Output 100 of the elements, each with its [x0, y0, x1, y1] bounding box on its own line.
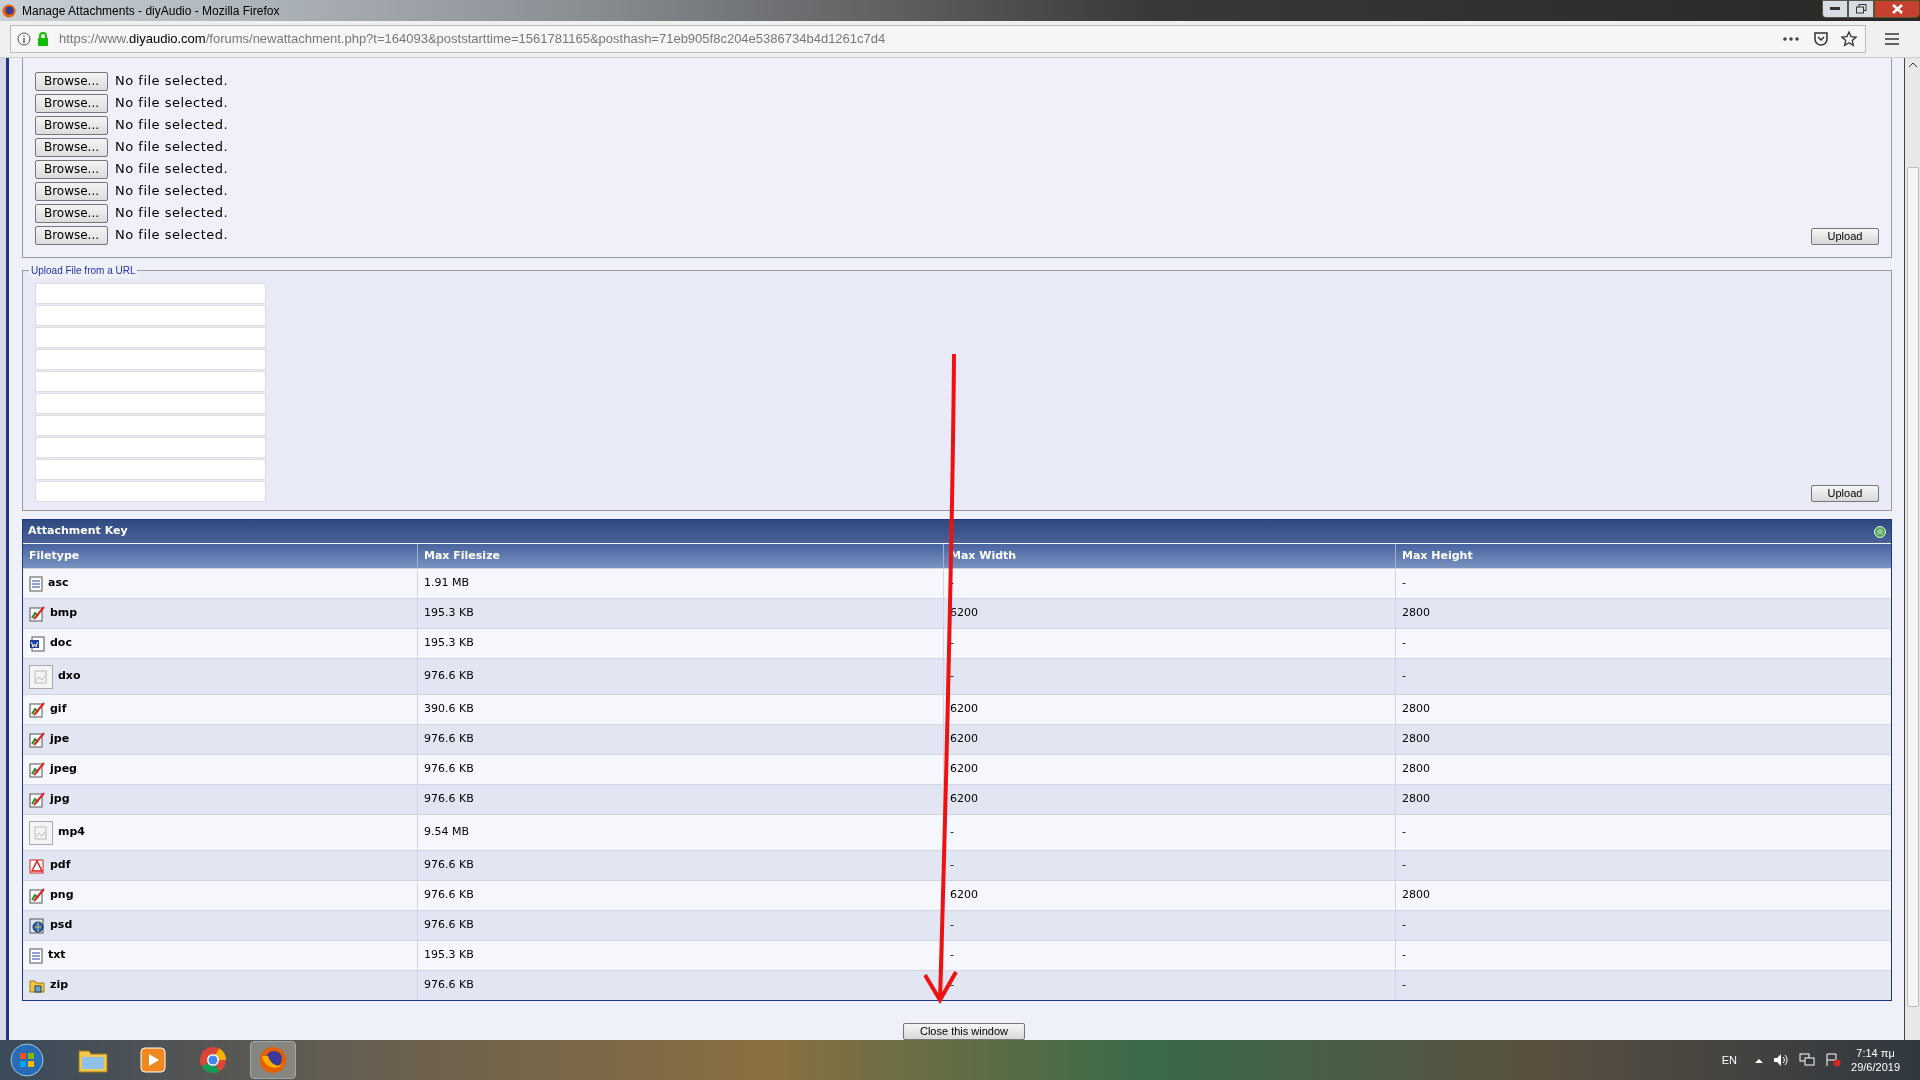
table-cell: -: [950, 947, 954, 964]
collapse-icon[interactable]: [1874, 525, 1886, 538]
table-cell: -: [1402, 947, 1406, 964]
caret-up-icon[interactable]: [1755, 1057, 1764, 1063]
upload-button[interactable]: Upload: [1811, 485, 1879, 502]
table-cell: 195.3 KB: [424, 947, 474, 964]
table-cell: 2800: [1402, 761, 1430, 778]
browse-button[interactable]: Browse...: [35, 225, 108, 245]
star-icon: [1841, 31, 1857, 47]
clock-date[interactable]: 29/6/2019: [1851, 1060, 1900, 1074]
menu-icon[interactable]: [1884, 32, 1900, 46]
filetype-label: jpeg: [50, 761, 77, 778]
scrollbar[interactable]: [1904, 58, 1920, 1040]
table-cell: 2800: [1402, 887, 1430, 904]
speaker-icon[interactable]: [1773, 1053, 1790, 1067]
table-cell: -: [950, 575, 954, 592]
table-cell: -: [1402, 824, 1406, 841]
url-field[interactable]: https://www.diyaudio.com/forums/newattachment.php?t=164093&poststarttime=1561781165&posthash=71eb905f8c204e5386734b4d1261c7d4: [10, 25, 1866, 53]
table-cell: 6200: [950, 761, 978, 778]
blank-image-icon: [29, 664, 53, 689]
file-status-text: No file selected.: [115, 226, 229, 245]
table-cell: -: [950, 977, 954, 994]
table-cell: 1.91 MB: [424, 575, 470, 592]
table-title: Attachment Key: [28, 523, 128, 540]
padlock-icon: [37, 32, 49, 46]
filetype-label: zip: [50, 977, 69, 994]
windows-logo-icon: [10, 1043, 44, 1077]
file-status-text: No file selected.: [115, 204, 229, 223]
taskbar-app-button[interactable]: [250, 1041, 296, 1079]
table-cell: 6200: [950, 887, 978, 904]
language-indicator[interactable]: EN: [1721, 1051, 1738, 1069]
url-text: https://www.diyaudio.com/forums/newattachment.php?t=164093&poststarttime=1561781165&posthash=71eb905f8c204e5386734b4d1261c7d4: [59, 30, 886, 49]
table-cell: 976.6 KB: [424, 977, 474, 994]
url-input[interactable]: [35, 393, 266, 414]
url-input[interactable]: [35, 327, 266, 348]
browse-button[interactable]: Browse...: [35, 93, 108, 113]
file-status-text: No file selected.: [115, 182, 229, 201]
more-icon: [1783, 37, 1799, 41]
table-cell: 195.3 KB: [424, 605, 474, 622]
restore-icon: [1855, 4, 1867, 14]
filetype-label: dxo: [58, 668, 81, 685]
filetype-label: gif: [50, 701, 67, 718]
browse-button[interactable]: Browse...: [35, 137, 108, 157]
image-file-icon: [29, 791, 45, 808]
image-file-icon: [29, 701, 45, 718]
url-upload-legend: Upload File from a URL: [29, 263, 138, 278]
browse-button[interactable]: Browse...: [35, 159, 108, 179]
folder-icon: [29, 977, 45, 994]
file-status-text: No file selected.: [115, 94, 229, 113]
scrollbar-thumb[interactable]: [1906, 167, 1919, 1007]
word-document-icon: [29, 635, 45, 652]
close-this-window-button[interactable]: Close this window: [903, 1023, 1025, 1040]
file-status-text: No file selected.: [115, 138, 229, 157]
file-status-text: No file selected.: [115, 72, 229, 91]
info-icon: [17, 32, 31, 46]
url-input[interactable]: [35, 415, 266, 436]
table-cell: -: [950, 917, 954, 934]
table-cell: -: [950, 635, 954, 652]
fox-globe-icon: [2, 3, 16, 18]
url-input[interactable]: [35, 437, 266, 458]
restore-button[interactable]: [1848, 0, 1874, 18]
filetype-label: doc: [50, 635, 72, 652]
network-icon[interactable]: [1799, 1053, 1816, 1067]
table-cell: -: [1402, 857, 1406, 874]
table-cell: 2800: [1402, 731, 1430, 748]
table-cell: 976.6 KB: [424, 761, 474, 778]
url-input[interactable]: [35, 283, 266, 304]
table-cell: 2800: [1402, 605, 1430, 622]
table-cell: 976.6 KB: [424, 731, 474, 748]
browse-button[interactable]: Browse...: [35, 115, 108, 135]
table-cell: -: [1402, 977, 1406, 994]
browser-circle-icon: [199, 1046, 227, 1074]
table-cell: -: [950, 668, 954, 685]
browse-button[interactable]: Browse...: [35, 203, 108, 223]
clock-time[interactable]: 7:14 πμ: [1856, 1046, 1895, 1060]
table-cell: 976.6 KB: [424, 917, 474, 934]
browse-button[interactable]: Browse...: [35, 71, 108, 91]
table-cell: -: [1402, 635, 1406, 652]
filetype-label: bmp: [50, 605, 78, 622]
close-window-button[interactable]: [1874, 0, 1920, 18]
filetype-label: jpg: [50, 791, 70, 808]
upload-button[interactable]: Upload: [1811, 228, 1879, 245]
close-icon: [1891, 4, 1903, 14]
folder-icon: [78, 1047, 108, 1073]
url-input[interactable]: [35, 305, 266, 326]
url-input[interactable]: [35, 349, 266, 370]
url-input[interactable]: [35, 481, 266, 502]
flag-warning-icon[interactable]: [1825, 1053, 1842, 1067]
browse-button[interactable]: Browse...: [35, 181, 108, 201]
image-file-icon: [29, 761, 45, 778]
image-file-icon: [29, 887, 45, 904]
minimize-button[interactable]: [1822, 0, 1848, 18]
filetype-label: psd: [50, 917, 73, 934]
column-header: Max Filesize: [424, 547, 500, 564]
text-file-icon: [29, 947, 43, 964]
table-cell: 6200: [950, 791, 978, 808]
url-input[interactable]: [35, 459, 266, 480]
url-input[interactable]: [35, 371, 266, 392]
table-cell: 2800: [1402, 701, 1430, 718]
shield-icon: [1813, 31, 1829, 47]
